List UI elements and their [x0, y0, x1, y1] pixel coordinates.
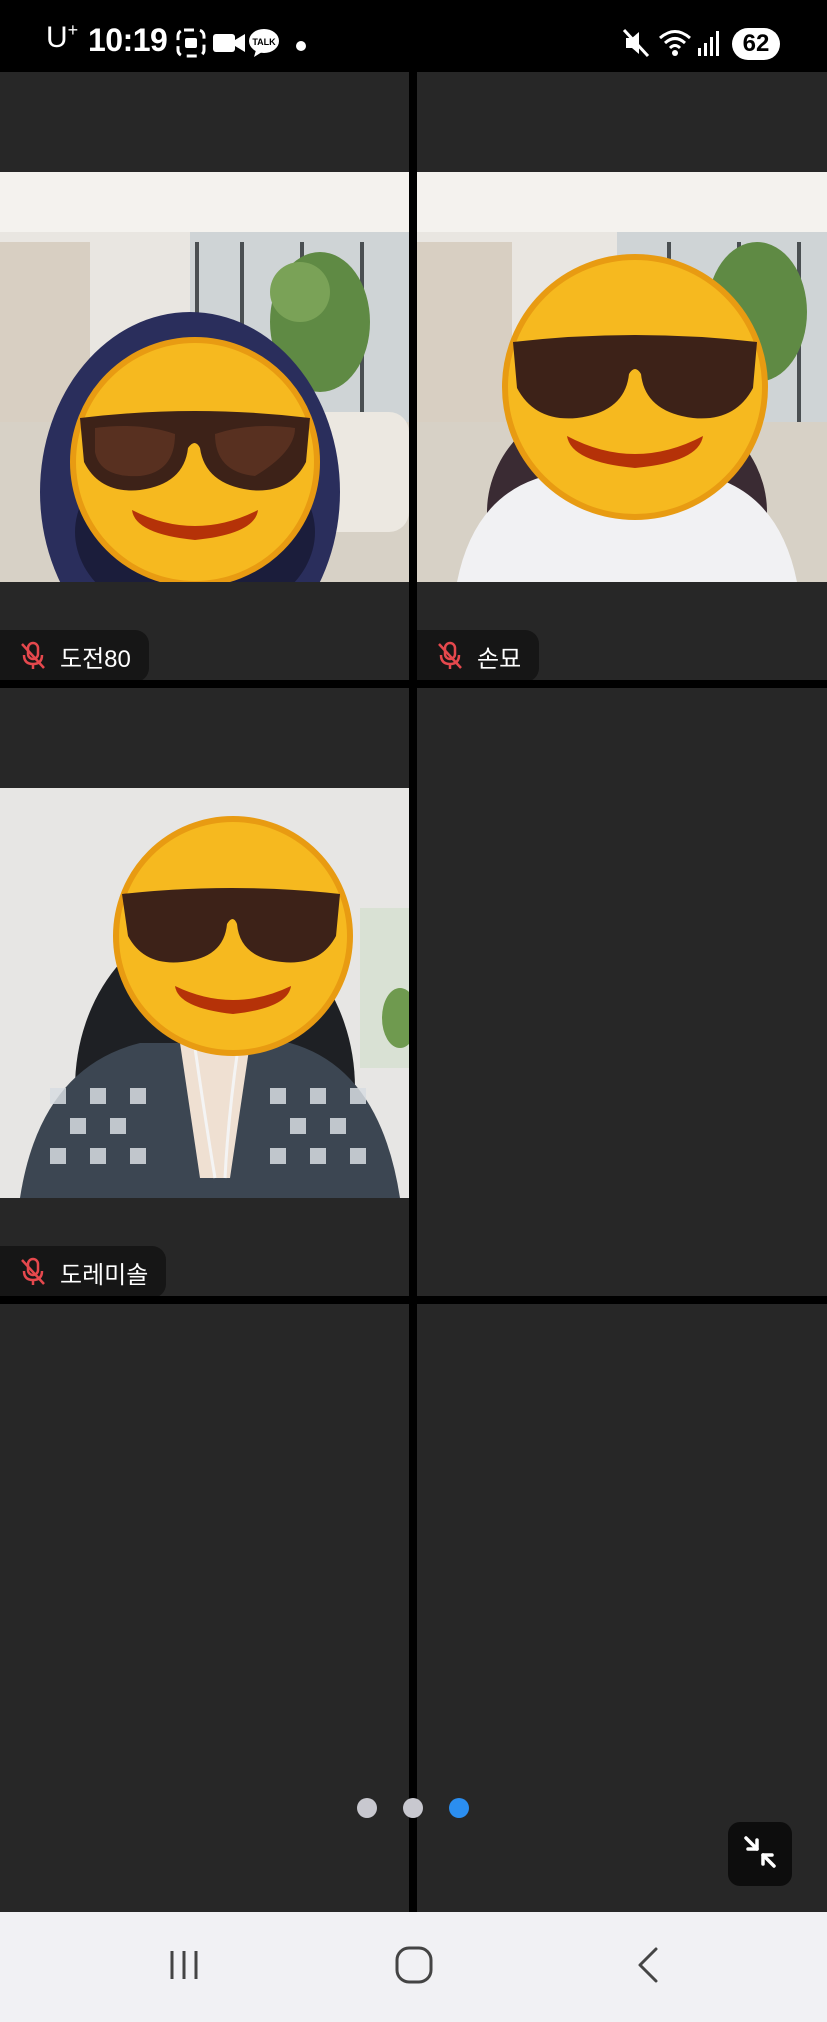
participant-name: 도전80: [60, 645, 131, 673]
participant-name: 손묘: [477, 645, 522, 673]
signal-icon: [696, 28, 722, 63]
page-dot-2[interactable]: [403, 1798, 423, 1818]
recent-apps-icon: [164, 1945, 204, 1990]
system-nav-bar: [0, 1912, 827, 2022]
participant-name-tag: 도전80: [0, 630, 149, 680]
page-indicator: [357, 1798, 477, 1822]
mute-icon: [622, 28, 650, 63]
carrier-label: U+: [46, 20, 79, 54]
empty-tile: [417, 1304, 827, 1912]
kakaotalk-icon: TALK: [248, 28, 280, 63]
home-icon: [393, 1944, 435, 1991]
page-dot-1[interactable]: [357, 1798, 377, 1818]
participant-tile[interactable]: 도전80: [0, 72, 409, 680]
participant-grid: 도전80 손묘 도레미솔: [0, 72, 827, 1912]
participant-tile[interactable]: 도레미솔: [0, 688, 409, 1296]
battery-icon: 62: [732, 28, 780, 60]
back-icon: [628, 1945, 668, 1990]
participant-video: [417, 172, 827, 582]
minimize-button[interactable]: [728, 1822, 792, 1886]
participant-name: 도레미솔: [60, 1261, 149, 1289]
mic-muted-icon: [20, 1257, 46, 1287]
notification-dot-icon: [296, 38, 306, 56]
video-camera-icon: [212, 28, 246, 63]
wifi-icon: [658, 28, 692, 63]
mic-muted-icon: [437, 641, 463, 671]
svg-text:TALK: TALK: [252, 37, 276, 47]
empty-tile: [417, 688, 827, 1296]
status-bar: U+ 10:19 TALK 62: [0, 0, 827, 72]
collapse-arrows-icon: [742, 1834, 778, 1875]
back-button[interactable]: [618, 1940, 678, 1994]
screenshot-icon: [176, 28, 206, 63]
empty-tile: [0, 1304, 409, 1912]
participant-name-tag: 도레미솔: [0, 1246, 167, 1296]
home-button[interactable]: [384, 1940, 444, 1994]
participant-tile[interactable]: 손묘: [417, 72, 827, 680]
page-dot-3-active[interactable]: [449, 1798, 469, 1818]
recent-apps-button[interactable]: [154, 1940, 214, 1994]
participant-video: [0, 172, 409, 582]
participant-video: [0, 788, 409, 1198]
clock: 10:19: [88, 22, 168, 58]
mic-muted-icon: [20, 641, 46, 671]
participant-name-tag: 손묘: [417, 630, 540, 680]
